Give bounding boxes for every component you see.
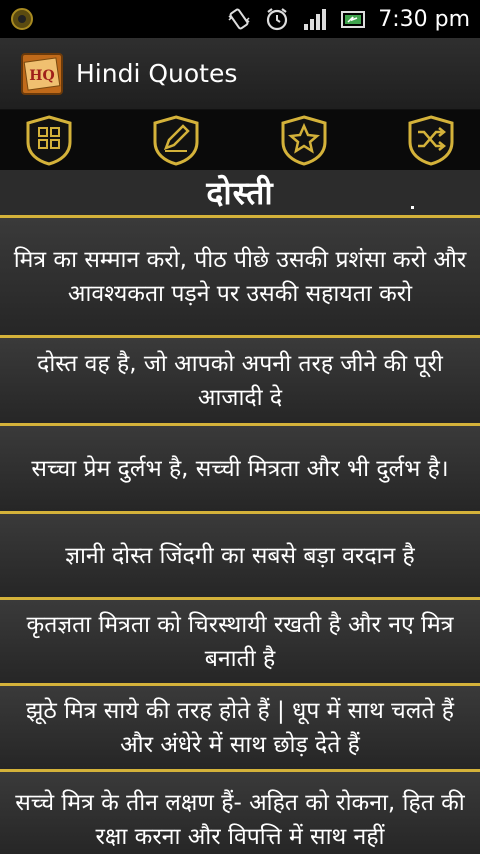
quote-text: ज्ञानी दोस्त जिंदगी का सबसे बड़ा वरदान ह… [65,542,415,569]
quote-text: कृतज्ञता मित्रता को चिरस्थायी रखती है और… [26,611,454,672]
quote-text: मित्र का सम्मान करो, पीठ पीछे उसकी प्रशं… [13,246,467,307]
shuffle-button-icon[interactable] [406,114,456,166]
action-bar: HQ Hindi Quotes [0,38,480,110]
quote-list[interactable]: दोस्ती मित्र का सम्मान करो, पीठ पीछे उसक… [0,170,480,854]
favorite-button-icon[interactable] [279,114,329,166]
quote-text: सच्चे मित्र के तीन लक्षण हैं- अहित को रो… [15,790,465,850]
signal-icon [304,9,327,30]
edit-button-icon[interactable] [151,114,201,166]
quote-item[interactable]: सच्चे मित्र के तीन लक्षण हैं- अहित को रो… [0,772,480,854]
status-time: 7:30 pm [378,6,470,32]
category-header: दोस्ती [0,170,480,218]
quote-item[interactable]: कृतज्ञता मित्रता को चिरस्थायी रखती है और… [0,600,480,686]
category-title: दोस्ती [206,174,274,212]
quote-text: झूठे मित्र साये की तरह होते हैं | धूप मे… [25,697,454,758]
battery-icon [341,11,366,28]
quote-item[interactable]: दोस्त वह है, जो आपको अपनी तरह जीने की पू… [0,338,480,426]
quote-text: सच्चा प्रेम दुर्लभ है, सच्ची मित्रता और … [31,455,449,482]
status-bar: 7:30 pm [0,0,480,38]
quote-item[interactable]: मित्र का सम्मान करो, पीठ पीछे उसकी प्रशं… [0,218,480,338]
quote-item[interactable]: सच्चा प्रेम दुर्लभ है, सच्ची मित्रता और … [0,426,480,514]
toolbar [0,110,480,170]
app-title: Hindi Quotes [76,59,238,88]
svg-text:HQ: HQ [29,68,54,84]
alarm-icon [267,8,288,31]
notification-icon [11,8,33,30]
quote-item[interactable]: ज्ञानी दोस्त जिंदगी का सबसे बड़ा वरदान ह… [0,514,480,600]
quote-item[interactable]: झूठे मित्र साये की तरह होते हैं | धूप मे… [0,686,480,772]
decorative-dot [411,206,414,209]
list-button-icon[interactable] [24,114,74,166]
vibrate-icon [228,8,250,30]
app-logo-icon: HQ [21,52,63,95]
quote-text: दोस्त वह है, जो आपको अपनी तरह जीने की पू… [37,350,443,411]
